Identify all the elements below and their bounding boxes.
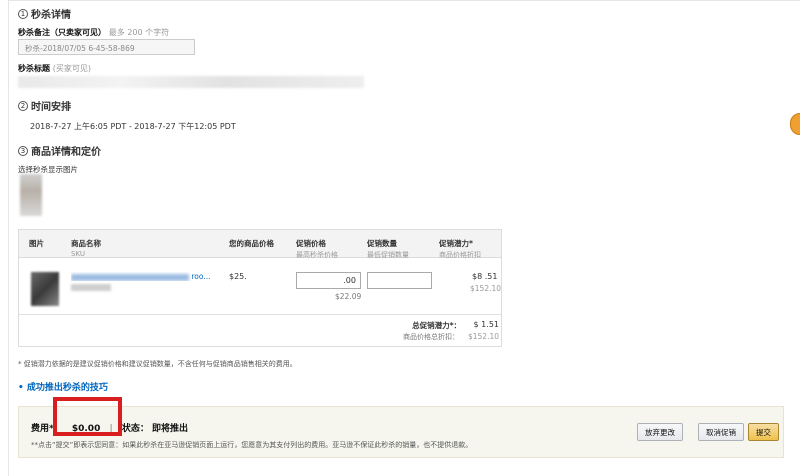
potential-footnote: * 促销潜力依据的是建议促销价格和建议促销数量，不含任何与促销商品销售相关的费用… — [18, 360, 297, 368]
header-name: 商品名称 SKU — [71, 239, 101, 258]
top-border — [8, 0, 800, 1]
deal-display-image[interactable] — [20, 174, 42, 216]
table-header: 图片 商品名称 SKU 您的商品价格 促销价格 最高秒杀价格 促销数量 最低促销… — [19, 230, 501, 259]
section-schedule-title: 2 时间安排 — [18, 98, 71, 113]
deal-tips-link[interactable]: • 成功推出秒杀的技巧 — [18, 380, 108, 393]
total-potential-label: 总促销潜力*： — [412, 321, 461, 330]
deal-price-max: $22.09 — [335, 292, 362, 301]
potential-value: $8 .51 — [472, 272, 498, 281]
product-image — [31, 272, 59, 306]
deal-quantity-input[interactable] — [367, 272, 432, 289]
section-product-pricing-title: 3 商品详情和定价 — [18, 143, 101, 158]
deal-price-input[interactable]: .00 — [296, 272, 361, 289]
totals-row: 总促销潜力*： $ 1.51 商品价格总折扣： $152.10 — [19, 314, 501, 348]
deal-note-input[interactable]: 秒杀-2018/07/05 6-45-58-869 — [18, 39, 195, 55]
step-number-icon: 3 — [18, 145, 28, 156]
header-your-price: 您的商品价格 — [229, 239, 274, 248]
step-number-icon: 2 — [18, 100, 28, 111]
product-name-link[interactable]: roo... — [71, 272, 226, 281]
product-table: 图片 商品名称 SKU 您的商品价格 促销价格 最高秒杀价格 促销数量 最低促销… — [18, 229, 502, 347]
product-name-redacted — [71, 273, 189, 281]
bottom-action-bar: 费用*： $0.00 | 状态： 即将推出 **点击“提交”即表示您同意：如果此… — [18, 406, 784, 458]
total-potential-value: $ 1.51 — [473, 320, 499, 329]
header-image: 图片 — [29, 239, 44, 248]
note-label: 秒杀备注（只卖家可见） 最多 200 个字符 — [18, 28, 170, 37]
step-number-icon: 1 — [18, 8, 28, 19]
status-text: 状态： 即将推出 — [121, 424, 189, 434]
cancel-deal-button[interactable]: 取消促销 — [698, 423, 744, 441]
total-discount-label: 商品价格总折扣： — [403, 333, 459, 341]
your-price-value: $25. — [229, 272, 247, 281]
left-border — [8, 0, 9, 476]
potential-price-value: $152.10 — [470, 284, 502, 293]
product-sku-redacted — [71, 284, 111, 291]
header-deal-price: 促销价格 最高秒杀价格 — [296, 239, 338, 259]
header-deal-qty: 促销数量 最低促销数量 — [367, 239, 409, 259]
total-discount-value: $152.10 — [467, 332, 499, 341]
submit-button[interactable]: 提交 — [748, 423, 779, 441]
deal-title-redacted — [18, 76, 364, 88]
deal-title-label: 秒杀标题 (买家可见) — [18, 64, 92, 73]
section-deal-details-title: 1 秒杀详情 — [18, 6, 71, 21]
submit-agreement-note: **点击“提交”即表示您同意：如果此秒杀在亚马逊促销页面上运行，您愿意为其支付列… — [31, 441, 473, 449]
highlight-annotation-box — [53, 397, 122, 436]
discard-changes-button[interactable]: 放弃更改 — [637, 423, 683, 441]
header-potential: 促销潜力* 商品价格折扣 — [439, 239, 481, 259]
side-tab-handle[interactable] — [790, 113, 800, 135]
schedule-range: 2018-7-27 上午6:05 PDT - 2018-7-27 下午12:05… — [30, 122, 236, 131]
